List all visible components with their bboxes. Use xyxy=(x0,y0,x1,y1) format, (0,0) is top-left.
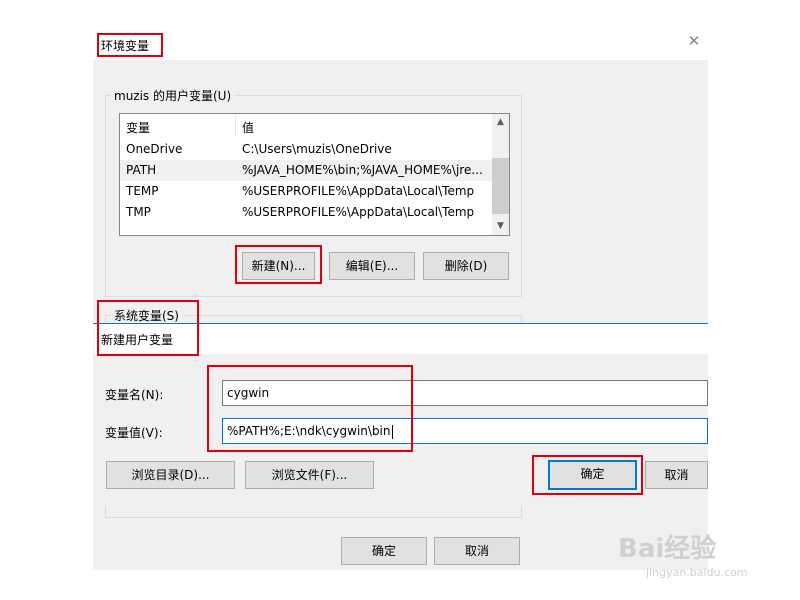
variable-value-label: 变量值(V): xyxy=(105,426,163,440)
row-variable-value: %JAVA_HOME%\bin;%JAVA_HOME%\jre... xyxy=(242,163,483,177)
list-header: 变量 值 xyxy=(120,114,492,138)
browse-file-button[interactable]: 浏览文件(F)... xyxy=(245,461,374,489)
list-scrollbar[interactable]: ▲ ▼ xyxy=(492,114,509,235)
ok-button-highlight xyxy=(532,455,643,495)
close-icon[interactable]: ✕ xyxy=(686,33,702,49)
row-variable-name: PATH xyxy=(126,163,157,177)
variable-name-label: 变量名(N): xyxy=(105,388,164,402)
row-variable-name: TMP xyxy=(126,205,151,219)
row-variable-name: TEMP xyxy=(126,184,159,198)
env-ok-button[interactable]: 确定 xyxy=(341,537,427,565)
inputs-highlight xyxy=(207,365,413,452)
scroll-up-icon[interactable]: ▲ xyxy=(492,114,509,131)
list-row[interactable]: TEMP %USERPROFILE%\AppData\Local\Temp xyxy=(120,181,492,202)
column-header-value[interactable]: 值 xyxy=(242,119,254,136)
row-variable-value: C:\Users\muzis\OneDrive xyxy=(242,142,392,156)
column-separator xyxy=(235,116,236,136)
row-variable-value: %USERPROFILE%\AppData\Local\Temp xyxy=(242,205,475,219)
column-header-variable[interactable]: 变量 xyxy=(126,119,150,136)
row-variable-value: %USERPROFILE%\AppData\Local\Temp xyxy=(242,184,475,198)
scroll-down-icon[interactable]: ▼ xyxy=(492,218,509,235)
edit-variable-button[interactable]: 编辑(E)... xyxy=(329,252,415,280)
list-row[interactable]: OneDrive C:\Users\muzis\OneDrive xyxy=(120,139,492,160)
title-highlight xyxy=(97,33,163,57)
env-cancel-button[interactable]: 取消 xyxy=(434,537,520,565)
list-row[interactable]: TMP %USERPROFILE%\AppData\Local\Temp xyxy=(120,202,492,223)
watermark-logo: Bai经验 xyxy=(618,534,717,564)
scrollbar-thumb[interactable] xyxy=(492,158,509,214)
user-variables-group-title: muzis 的用户变量(U) xyxy=(111,87,235,104)
delete-variable-button[interactable]: 删除(D) xyxy=(423,252,509,280)
browse-directory-button[interactable]: 浏览目录(D)... xyxy=(106,461,235,489)
row-variable-name: OneDrive xyxy=(126,142,183,156)
watermark-url: jingyan.baidu.com xyxy=(646,566,748,579)
dialog-cancel-button[interactable]: 取消 xyxy=(645,461,708,489)
new-button-highlight xyxy=(235,245,322,284)
dialog-title-highlight xyxy=(97,300,199,356)
list-row-selected[interactable]: PATH %JAVA_HOME%\bin;%JAVA_HOME%\jre... xyxy=(120,160,492,181)
